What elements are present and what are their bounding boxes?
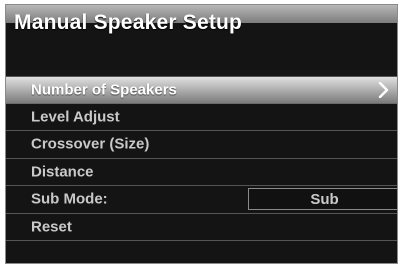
menu-item-number-of-speakers[interactable]: Number of Speakers	[6, 76, 397, 104]
menu-item-sub-mode[interactable]: Sub Mode: Sub	[6, 186, 397, 214]
menu-item-empty	[6, 241, 397, 263]
sub-mode-value: Sub	[310, 190, 339, 208]
speaker-setup-screen: Manual Speaker Setup Number of Speakers …	[5, 4, 398, 264]
screen-title: Manual Speaker Setup	[14, 11, 243, 34]
menu-item-label: Reset	[31, 218, 72, 236]
setup-menu: Number of Speakers Level Adjust Crossove…	[6, 76, 397, 263]
chevron-right-icon	[378, 81, 389, 98]
menu-item-label: Sub Mode:	[31, 190, 108, 208]
menu-item-distance[interactable]: Distance	[6, 159, 397, 186]
menu-item-crossover-size[interactable]: Crossover (Size)	[6, 131, 397, 159]
menu-item-label: Number of Speakers	[31, 81, 177, 99]
sub-mode-value-box[interactable]: Sub	[248, 188, 397, 210]
menu-item-label: Level Adjust	[31, 108, 120, 126]
menu-item-label: Distance	[31, 163, 94, 181]
menu-item-reset[interactable]: Reset	[6, 214, 397, 241]
menu-item-level-adjust[interactable]: Level Adjust	[6, 104, 397, 131]
menu-item-label: Crossover (Size)	[31, 135, 150, 153]
